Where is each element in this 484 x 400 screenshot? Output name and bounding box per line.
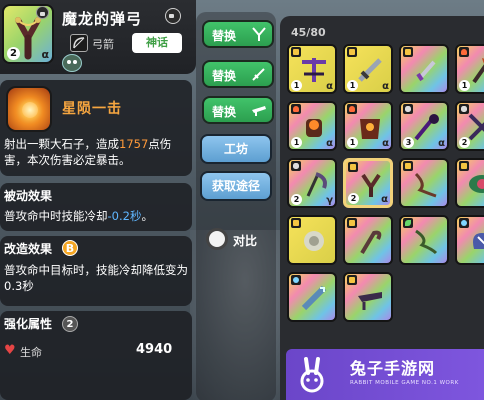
rarity-badge: 神话 <box>132 33 182 53</box>
compare-label: 对比 <box>233 234 258 248</box>
heart-icon: ♥ <box>4 343 16 358</box>
weapon-title: 魔龙的弹弓 <box>62 10 143 28</box>
skill-name: 星陨一击 <box>62 101 122 117</box>
inventory-item-fire-armor[interactable]: 1α <box>343 101 393 151</box>
modify-grade-badge: B <box>62 240 78 256</box>
passive-desc-text: 普攻命中时技能冷却 <box>4 209 108 223</box>
inventory-item-battle-axe[interactable]: 1α <box>455 44 484 94</box>
item-level: 1 <box>347 80 358 91</box>
inventory-count: 45/80 <box>291 26 326 39</box>
gun-icon <box>252 106 266 116</box>
workshop-button[interactable]: 工坊 <box>200 134 272 164</box>
scythe-icon <box>306 172 327 197</box>
item-level: 2 <box>459 137 470 148</box>
inventory-item-hook-blade[interactable] <box>343 215 393 265</box>
item-rank: α <box>438 138 445 149</box>
modify-card: 改造效果 B 普攻命中目标时，技能冷却降低变为0.3秒 <box>0 236 192 306</box>
weapon-detail-panel: 2 α 魔龙的弹弓 弓箭 神话 星陨一击 射出一颗大石子，造成1757点伤害，本… <box>0 0 196 400</box>
item-rank: α <box>381 194 388 205</box>
crab-claw-icon <box>473 233 484 249</box>
item-level: 3 <box>403 137 414 148</box>
inventory-item-eye-relic[interactable] <box>455 158 484 208</box>
bow-type-icon <box>70 34 88 52</box>
item-level: 1 <box>291 137 302 148</box>
ice-drill-icon <box>301 285 327 311</box>
item-rank: α <box>326 81 333 92</box>
passive-desc-tail: 。 <box>141 209 153 223</box>
stat-value-health: 4940 <box>136 342 173 357</box>
pet-icon <box>62 54 82 72</box>
attribute-title: 强化属性 <box>4 317 53 331</box>
inventory-panel: 45/80 1α1α1α1α1α3α2α2γ2α <box>280 16 484 400</box>
inventory-item-ice-drill[interactable] <box>287 272 337 322</box>
weapon-rank: α <box>41 48 49 61</box>
inventory-item-crab-claw[interactable] <box>455 215 484 265</box>
passive-value: -0.2秒 <box>107 209 142 223</box>
lock-toggle-icon[interactable] <box>165 8 181 24</box>
inventory-item-dagger[interactable] <box>399 44 449 94</box>
item-rank: α <box>382 81 389 92</box>
compare-toggle[interactable] <box>206 228 228 250</box>
replace-button-label: 替换 <box>212 29 237 43</box>
attribute-count-badge: 2 <box>62 316 78 332</box>
modify-description: 普攻命中目标时，技能冷却降低变为0.3秒 <box>4 263 188 293</box>
replace-button-2[interactable]: 替换 <box>202 60 274 88</box>
weapon-type-label: 弓箭 <box>92 38 114 51</box>
passive-description: 普攻命中时技能冷却-0.2秒。 <box>4 208 153 224</box>
weapon-level: 2 <box>7 47 20 60</box>
obtain-source-button[interactable]: 获取途径 <box>200 171 272 201</box>
skill-description: 射出一颗大石子，造成1757点伤害，本次伤害必定暴击。 <box>4 136 188 168</box>
spike-ball-icon <box>304 231 324 251</box>
passive-title: 被动效果 <box>4 189 53 203</box>
replace-button-3[interactable]: 替换 <box>202 96 274 124</box>
site-watermark: 兔子手游网 RABBIT MOBILE GAME NO.1 WORK <box>286 349 484 400</box>
item-rank: α <box>326 138 333 149</box>
replace-button-label: 替换 <box>212 69 237 83</box>
watermark-title: 兔子手游网 <box>350 359 436 378</box>
inventory-item-shadow-wand[interactable]: 3α <box>399 101 449 151</box>
thorn-whip-icon <box>415 229 438 255</box>
watermark-subtitle: RABBIT MOBILE GAME NO.1 WORK <box>350 380 459 386</box>
dark-gun-icon <box>358 292 382 310</box>
item-rank: α <box>382 138 389 149</box>
skill-desc-text: 射出一颗大石子，造成 <box>4 137 119 151</box>
item-rank: γ <box>326 195 333 206</box>
skill-damage-value: 1757 <box>119 137 149 151</box>
attribute-card: 强化属性 2 ♥ 生命 4940 <box>0 311 192 400</box>
inventory-item-scythe[interactable]: 2γ <box>287 158 337 208</box>
inventory-item-purple-crossbow[interactable]: 1α <box>287 44 337 94</box>
inventory-item-fire-gauntlet[interactable]: 1α <box>287 101 337 151</box>
meteor-skill-icon <box>6 86 52 132</box>
item-level: 2 <box>348 193 359 204</box>
item-level: 1 <box>347 137 358 148</box>
eye-relic-icon <box>469 175 484 193</box>
dagger-icon <box>416 60 436 82</box>
sword-icon <box>252 68 265 81</box>
stat-label-health: 生命 <box>20 346 42 359</box>
inventory-item-chain-whip[interactable] <box>399 158 449 208</box>
item-level: 1 <box>291 80 302 91</box>
inventory-item-dark-gun[interactable] <box>343 272 393 322</box>
inventory-item-twin-blade[interactable]: 2α <box>455 101 484 151</box>
weapon-header: 2 α 魔龙的弹弓 弓箭 神话 <box>0 0 196 74</box>
item-level: 2 <box>291 194 302 205</box>
rabbit-logo-icon <box>300 357 324 393</box>
inventory-item-spike-ball[interactable] <box>287 215 337 265</box>
hook-blade-icon <box>360 230 382 255</box>
lock-icon[interactable] <box>36 6 49 19</box>
item-level: 1 <box>459 80 470 91</box>
skill-card: 星陨一击 射出一颗大石子，造成1757点伤害，本次伤害必定暴击。 <box>0 80 192 176</box>
inventory-item-slingshot[interactable]: 2α <box>343 158 393 208</box>
passive-card: 被动效果 普攻命中时技能冷却-0.2秒。 <box>0 183 192 231</box>
inventory-item-thorn-whip[interactable] <box>399 215 449 265</box>
inventory-item-sword[interactable]: 1α <box>343 44 393 94</box>
replace-button-label: 替换 <box>212 105 237 119</box>
slingshot-icon <box>252 27 266 41</box>
modify-title: 改造效果 <box>4 242 53 256</box>
replace-button-1[interactable]: 替换 <box>202 20 274 48</box>
chain-whip-icon <box>414 172 437 198</box>
